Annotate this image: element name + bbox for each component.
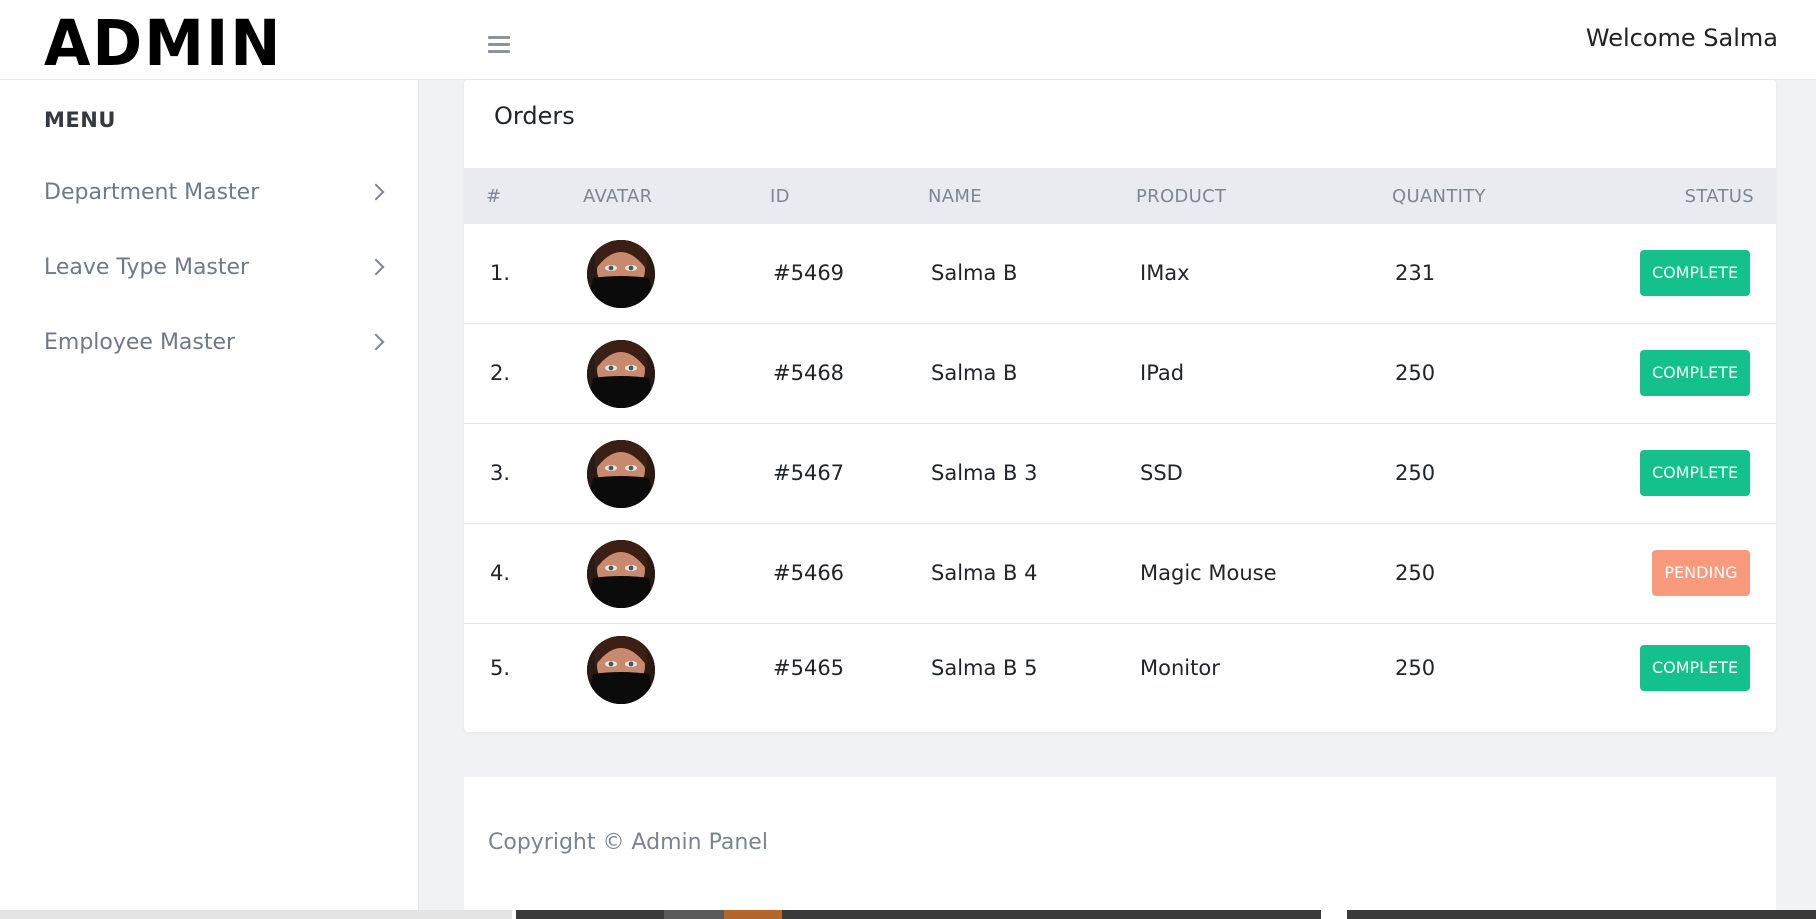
taskbar-strip	[0, 910, 1816, 919]
column-header-number: #	[486, 186, 502, 207]
product-name: Magic Mouse	[1140, 561, 1277, 585]
avatar	[587, 636, 655, 704]
taskbar-segment	[724, 910, 782, 919]
customer-name: Salma B 4	[931, 561, 1038, 585]
taskbar-segment	[664, 910, 724, 919]
column-header-avatar: AVATAR	[583, 186, 653, 207]
customer-name: Salma B	[931, 361, 1018, 385]
table-row[interactable]: 5. #5465 Salma B 5 Monitor 250 COMPLETE	[464, 624, 1776, 716]
sidebar-item-label: Department Master	[44, 180, 260, 205]
customer-name: Salma B	[931, 261, 1018, 285]
taskbar-segment	[782, 910, 1321, 919]
sidebar-item-employee-master[interactable]: Employee Master	[44, 326, 385, 366]
product-name: Monitor	[1140, 656, 1220, 680]
avatar	[587, 340, 655, 408]
quantity: 250	[1395, 561, 1436, 585]
sidebar-menu-title: MENU	[44, 108, 116, 132]
customer-name: Salma B 5	[931, 656, 1038, 680]
product-name: IMax	[1140, 261, 1190, 285]
quantity: 250	[1395, 361, 1436, 385]
order-id: #5468	[773, 361, 845, 385]
top-bar: ADMIN Welcome Salma	[0, 0, 1816, 80]
column-header-quantity: QUANTITY	[1392, 186, 1486, 207]
table-row[interactable]: 1. #5469 Salma B IMax 231 COMPLETE	[464, 224, 1776, 324]
orders-table-header: # AVATAR ID NAME PRODUCT QUANTITY STATUS	[464, 168, 1776, 224]
order-id: #5465	[773, 656, 845, 680]
quantity: 250	[1395, 656, 1436, 680]
row-number: 5.	[490, 656, 511, 680]
footer: Copyright © Admin Panel	[464, 777, 1776, 919]
column-header-name: NAME	[928, 186, 982, 207]
sidebar-item-leave-type-master[interactable]: Leave Type Master	[44, 251, 385, 291]
column-header-product: PRODUCT	[1136, 186, 1227, 207]
product-name: SSD	[1140, 461, 1183, 485]
quantity: 231	[1395, 261, 1436, 285]
status-badge[interactable]: COMPLETE	[1640, 450, 1750, 496]
chevron-right-icon	[367, 183, 385, 201]
row-number: 3.	[490, 461, 511, 485]
orders-card: Orders # AVATAR ID NAME PRODUCT QUANTITY…	[464, 80, 1776, 732]
sidebar-item-label: Employee Master	[44, 330, 236, 355]
status-badge[interactable]: PENDING	[1652, 550, 1750, 596]
sidebar: MENU Department Master Leave Type Master…	[0, 80, 419, 919]
chevron-right-icon	[367, 333, 385, 351]
status-badge[interactable]: COMPLETE	[1640, 350, 1750, 396]
table-row[interactable]: 3. #5467 Salma B 3 SSD 250 COMPLETE	[464, 424, 1776, 524]
order-id: #5469	[773, 261, 845, 285]
sidebar-item-department-master[interactable]: Department Master	[44, 176, 385, 216]
orders-title: Orders	[494, 102, 575, 130]
column-header-id: ID	[770, 186, 790, 207]
taskbar-segment	[0, 910, 512, 919]
taskbar-segment	[516, 910, 664, 919]
chevron-right-icon	[367, 258, 385, 276]
customer-name: Salma B 3	[931, 461, 1038, 485]
table-row[interactable]: 4. #5466 Salma B 4 Magic Mouse 250 PENDI…	[464, 524, 1776, 624]
table-row[interactable]: 2. #5468 Salma B IPad 250 COMPLETE	[464, 324, 1776, 424]
row-number: 1.	[490, 261, 511, 285]
order-id: #5467	[773, 461, 845, 485]
status-badge[interactable]: COMPLETE	[1640, 645, 1750, 691]
taskbar-segment	[1347, 910, 1816, 919]
welcome-user-text: Welcome Salma	[1585, 24, 1778, 52]
sidebar-item-label: Leave Type Master	[44, 255, 250, 280]
admin-logo[interactable]: ADMIN	[44, 13, 283, 76]
menu-toggle-icon[interactable]	[488, 36, 510, 54]
status-badge[interactable]: COMPLETE	[1640, 250, 1750, 296]
column-header-status: STATUS	[1684, 186, 1754, 207]
row-number: 2.	[490, 361, 511, 385]
quantity: 250	[1395, 461, 1436, 485]
row-number: 4.	[490, 561, 511, 585]
avatar	[587, 240, 655, 308]
order-id: #5466	[773, 561, 845, 585]
copyright-text: Copyright © Admin Panel	[488, 830, 768, 855]
product-name: IPad	[1140, 361, 1185, 385]
avatar	[587, 540, 655, 608]
avatar	[587, 440, 655, 508]
